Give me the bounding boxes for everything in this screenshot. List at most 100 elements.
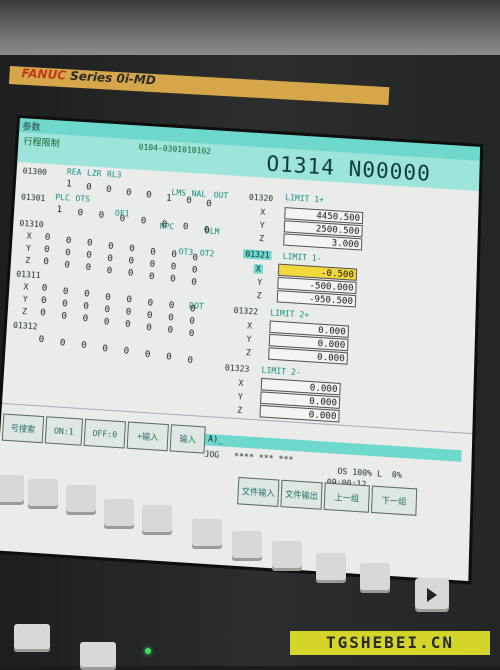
- bit-value[interactable]: 1: [166, 193, 172, 203]
- bit-value[interactable]: 0: [125, 320, 131, 331]
- bit-value[interactable]: 0: [171, 250, 177, 261]
- bit-value[interactable]: 0: [77, 208, 83, 218]
- bit-value[interactable]: 0: [129, 244, 135, 255]
- bit-value[interactable]: 0: [206, 199, 212, 209]
- bit-value[interactable]: 0: [126, 187, 132, 197]
- physical-softkey-5[interactable]: [142, 505, 172, 535]
- bit-value[interactable]: 0: [128, 256, 134, 267]
- bit-value[interactable]: 0: [41, 283, 47, 294]
- axis-x-1320: X: [260, 207, 266, 217]
- bit-value[interactable]: 0: [87, 238, 93, 248]
- softkey-input[interactable]: 输入: [169, 424, 206, 454]
- physical-softkey-4[interactable]: [104, 499, 134, 529]
- bit-value[interactable]: 0: [40, 308, 46, 319]
- axis-z-1323: Z: [237, 405, 243, 416]
- bit-value[interactable]: 0: [170, 274, 176, 285]
- watermark-logo: TGSHEBEI.CN: [290, 631, 490, 655]
- flag-lms: LMS: [171, 187, 187, 198]
- bit-value[interactable]: 0: [128, 268, 134, 279]
- bit-value[interactable]: 0: [147, 298, 153, 309]
- bit-value[interactable]: 0: [146, 322, 152, 333]
- physical-softkey-7[interactable]: [232, 531, 262, 561]
- bit-value[interactable]: 1: [66, 179, 72, 189]
- bit-value[interactable]: 0: [149, 271, 155, 282]
- softkey-number-search[interactable]: 号搜索: [1, 413, 45, 444]
- bottom-key-1[interactable]: [14, 624, 50, 652]
- bit-value[interactable]: 0: [83, 301, 89, 312]
- bit-value[interactable]: 0: [62, 299, 68, 310]
- bit-value[interactable]: 0: [38, 335, 44, 346]
- bit-value[interactable]: 0: [147, 310, 153, 321]
- bit-value[interactable]: 0: [140, 216, 146, 226]
- bit-value[interactable]: 0: [119, 213, 125, 223]
- softkey-off[interactable]: OFF:0: [83, 418, 126, 449]
- bit-value[interactable]: 0: [82, 314, 88, 325]
- bit-value[interactable]: 0: [123, 346, 129, 357]
- bit-value[interactable]: 0: [105, 292, 111, 303]
- bit-value[interactable]: 0: [149, 259, 155, 270]
- bit-value[interactable]: 0: [126, 295, 132, 306]
- bit-value[interactable]: 0: [204, 225, 210, 235]
- physical-softkey-1[interactable]: [0, 475, 24, 505]
- axis-x-1310: X: [26, 231, 32, 241]
- bit-value[interactable]: 0: [45, 233, 51, 243]
- bit-value[interactable]: 0: [169, 301, 175, 312]
- bit-value[interactable]: 0: [104, 304, 110, 315]
- bit-value[interactable]: 0: [86, 182, 92, 192]
- bit-value[interactable]: 0: [86, 250, 92, 261]
- param-1323-no: 01323: [224, 363, 250, 374]
- bit-value[interactable]: 0: [98, 211, 104, 221]
- bit-value[interactable]: 0: [125, 307, 131, 318]
- bit-value[interactable]: 0: [150, 247, 156, 258]
- param-1301-no: 01301: [20, 192, 46, 204]
- bit-value[interactable]: 0: [189, 316, 195, 327]
- physical-softkey-6[interactable]: [192, 519, 222, 549]
- bit-value[interactable]: 0: [192, 253, 198, 264]
- bit-value[interactable]: 0: [104, 317, 110, 328]
- bit-value[interactable]: 0: [106, 185, 112, 195]
- bit-value[interactable]: 0: [166, 352, 172, 363]
- bit-value[interactable]: 0: [186, 196, 192, 206]
- physical-softkey-9[interactable]: [316, 553, 346, 583]
- physical-softkey-8[interactable]: [272, 541, 302, 571]
- bit-value[interactable]: 0: [183, 222, 189, 232]
- bit-value[interactable]: 0: [145, 349, 151, 360]
- bit-value[interactable]: 0: [65, 248, 71, 259]
- bit-value[interactable]: 0: [66, 235, 72, 245]
- bit-value[interactable]: 0: [189, 328, 195, 339]
- bit-value[interactable]: 0: [187, 355, 193, 366]
- physical-softkey-2[interactable]: [28, 479, 58, 509]
- bit-value[interactable]: 0: [61, 311, 67, 322]
- bit-value[interactable]: 0: [170, 262, 176, 273]
- bit-value[interactable]: 0: [192, 265, 198, 276]
- axis-x-1311: X: [23, 282, 29, 292]
- bit-value[interactable]: 0: [63, 286, 69, 297]
- bit-value[interactable]: 0: [190, 304, 196, 315]
- physical-softkey-10[interactable]: [360, 563, 390, 593]
- bit-value[interactable]: 0: [41, 296, 47, 307]
- bit-value[interactable]: 0: [168, 313, 174, 324]
- next-page-arrow-key[interactable]: [415, 578, 449, 612]
- bit-value[interactable]: 0: [102, 343, 108, 354]
- bit-value[interactable]: 0: [108, 241, 114, 252]
- bit-value[interactable]: 0: [85, 263, 91, 274]
- bit-value[interactable]: 0: [167, 325, 173, 336]
- bit-value[interactable]: 0: [191, 277, 197, 288]
- bit-value[interactable]: 0: [81, 340, 87, 351]
- softkey-plus-input[interactable]: +输入: [126, 421, 169, 452]
- bit-value[interactable]: 0: [146, 190, 152, 200]
- flag-ot2: OT2: [199, 248, 215, 259]
- bit-value[interactable]: 0: [43, 257, 49, 268]
- bit-value[interactable]: 0: [44, 245, 50, 256]
- bit-value[interactable]: 0: [64, 260, 70, 271]
- softkey-on[interactable]: ON:1: [44, 416, 84, 446]
- physical-softkey-3[interactable]: [66, 485, 96, 515]
- bit-value[interactable]: 0: [162, 219, 168, 229]
- bit-value[interactable]: 1: [56, 205, 62, 215]
- axis-z-1322: Z: [245, 347, 252, 358]
- bit-value[interactable]: 0: [106, 266, 112, 277]
- flag-nal: NAL: [191, 189, 207, 200]
- bit-value[interactable]: 0: [84, 289, 90, 300]
- bit-value[interactable]: 0: [60, 338, 66, 349]
- bit-value[interactable]: 0: [107, 253, 113, 264]
